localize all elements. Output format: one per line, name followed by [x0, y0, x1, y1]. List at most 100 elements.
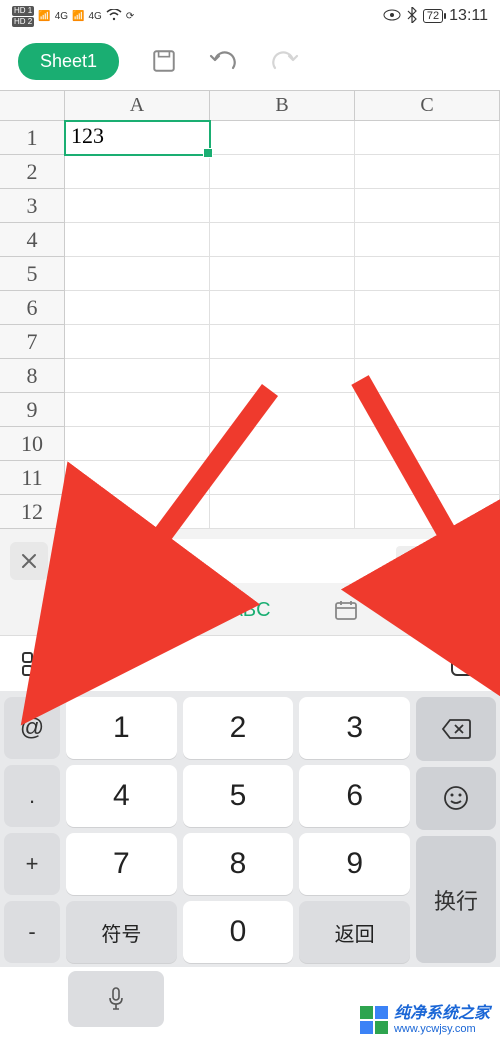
cell[interactable]	[210, 325, 355, 359]
cell[interactable]	[355, 121, 500, 155]
table-row: 6	[0, 291, 500, 325]
confirm-button[interactable]	[448, 540, 490, 582]
cell[interactable]	[65, 155, 210, 189]
cell[interactable]	[65, 359, 210, 393]
cancel-button[interactable]	[10, 542, 48, 580]
key-at[interactable]: @	[4, 697, 60, 759]
key-return[interactable]: 返回	[299, 901, 410, 963]
mode-date[interactable]	[298, 599, 394, 621]
key-1[interactable]: 1	[66, 697, 177, 759]
row-header[interactable]: 10	[0, 427, 65, 461]
save-icon[interactable]	[149, 46, 179, 76]
key-plus[interactable]: +	[4, 833, 60, 895]
undo-icon[interactable]	[209, 46, 239, 76]
cell[interactable]	[355, 291, 500, 325]
mode-abc[interactable]: ABC	[202, 599, 298, 622]
key-emoji[interactable]	[416, 767, 496, 831]
row-header[interactable]: 11	[0, 461, 65, 495]
cell[interactable]	[355, 155, 500, 189]
collapse-keyboard-icon[interactable]	[450, 648, 482, 680]
row-header[interactable]: 9	[0, 393, 65, 427]
key-0[interactable]: 0	[183, 901, 294, 963]
row-header[interactable]: 1	[0, 121, 65, 155]
table-row: 2	[0, 155, 500, 189]
hd2-badge: HD 2	[12, 17, 34, 27]
row-header[interactable]: 7	[0, 325, 65, 359]
cell-a1[interactable]: 123	[65, 121, 210, 155]
cell[interactable]	[210, 257, 355, 291]
apps-icon[interactable]	[18, 648, 50, 680]
cell[interactable]	[65, 291, 210, 325]
key-7[interactable]: 7	[66, 833, 177, 895]
key-6[interactable]: 6	[299, 765, 410, 827]
redo-icon[interactable]	[269, 46, 299, 76]
key-voice[interactable]	[68, 971, 164, 1027]
cell[interactable]	[65, 257, 210, 291]
cell[interactable]	[210, 155, 355, 189]
row-header[interactable]: 4	[0, 223, 65, 257]
key-2[interactable]: 2	[183, 697, 294, 759]
col-header-a[interactable]: A	[65, 91, 210, 121]
key-symbols[interactable]: 符号	[66, 901, 177, 963]
table-row: 8	[0, 359, 500, 393]
cell[interactable]	[65, 223, 210, 257]
row-header[interactable]: 5	[0, 257, 65, 291]
cell[interactable]	[355, 257, 500, 291]
cell[interactable]	[355, 189, 500, 223]
spreadsheet-grid[interactable]: A B C 1123 2 3 4 5 6 7 8 9 10 11 12	[0, 90, 500, 529]
key-5[interactable]: 5	[183, 765, 294, 827]
cell[interactable]	[65, 461, 210, 495]
cell[interactable]	[65, 495, 210, 529]
col-header-c[interactable]: C	[355, 91, 500, 121]
mode-tab[interactable]: tab▸	[394, 599, 490, 622]
cell[interactable]	[65, 393, 210, 427]
row-header[interactable]: 6	[0, 291, 65, 325]
cell[interactable]	[210, 461, 355, 495]
cell[interactable]	[65, 427, 210, 461]
cell[interactable]	[355, 461, 500, 495]
cell[interactable]	[210, 427, 355, 461]
row-header[interactable]: 12	[0, 495, 65, 529]
row-header[interactable]: 2	[0, 155, 65, 189]
cell[interactable]	[355, 427, 500, 461]
key-newline[interactable]: 换行	[416, 836, 496, 963]
table-row: 9	[0, 393, 500, 427]
cell[interactable]	[210, 291, 355, 325]
cell[interactable]	[210, 359, 355, 393]
cell[interactable]	[355, 495, 500, 529]
eye-icon	[383, 8, 401, 24]
mode-numeric[interactable]: 123	[106, 599, 202, 622]
cell[interactable]	[355, 325, 500, 359]
sheet-tab[interactable]: Sheet1	[18, 43, 119, 80]
cell[interactable]	[65, 189, 210, 223]
mode-fx[interactable]: f(x)	[10, 599, 106, 622]
text-cursor	[111, 548, 113, 574]
smile-icon	[443, 785, 469, 811]
row-header[interactable]: 8	[0, 359, 65, 393]
key-dot[interactable]: .	[4, 765, 60, 827]
key-4[interactable]: 4	[66, 765, 177, 827]
formula-area: 123 f(x) 123 ABC tab▸	[0, 529, 500, 635]
key-8[interactable]: 8	[183, 833, 294, 895]
grid-corner[interactable]	[0, 91, 65, 121]
bluetooth-icon	[407, 7, 417, 26]
cell[interactable]	[355, 223, 500, 257]
cell[interactable]	[210, 393, 355, 427]
cell[interactable]	[210, 121, 355, 155]
row-header[interactable]: 3	[0, 189, 65, 223]
key-minus[interactable]: -	[4, 901, 60, 963]
cell[interactable]	[210, 223, 355, 257]
col-header-b[interactable]: B	[210, 91, 355, 121]
key-3[interactable]: 3	[299, 697, 410, 759]
calendar-icon	[334, 599, 358, 621]
cell[interactable]	[210, 189, 355, 223]
table-row: 11	[0, 461, 500, 495]
formula-input[interactable]: 123	[58, 539, 438, 583]
cell[interactable]	[65, 325, 210, 359]
enter-icon[interactable]	[396, 546, 430, 576]
cell[interactable]	[210, 495, 355, 529]
key-backspace[interactable]	[416, 697, 496, 761]
cell[interactable]	[355, 393, 500, 427]
cell[interactable]	[355, 359, 500, 393]
key-9[interactable]: 9	[299, 833, 410, 895]
